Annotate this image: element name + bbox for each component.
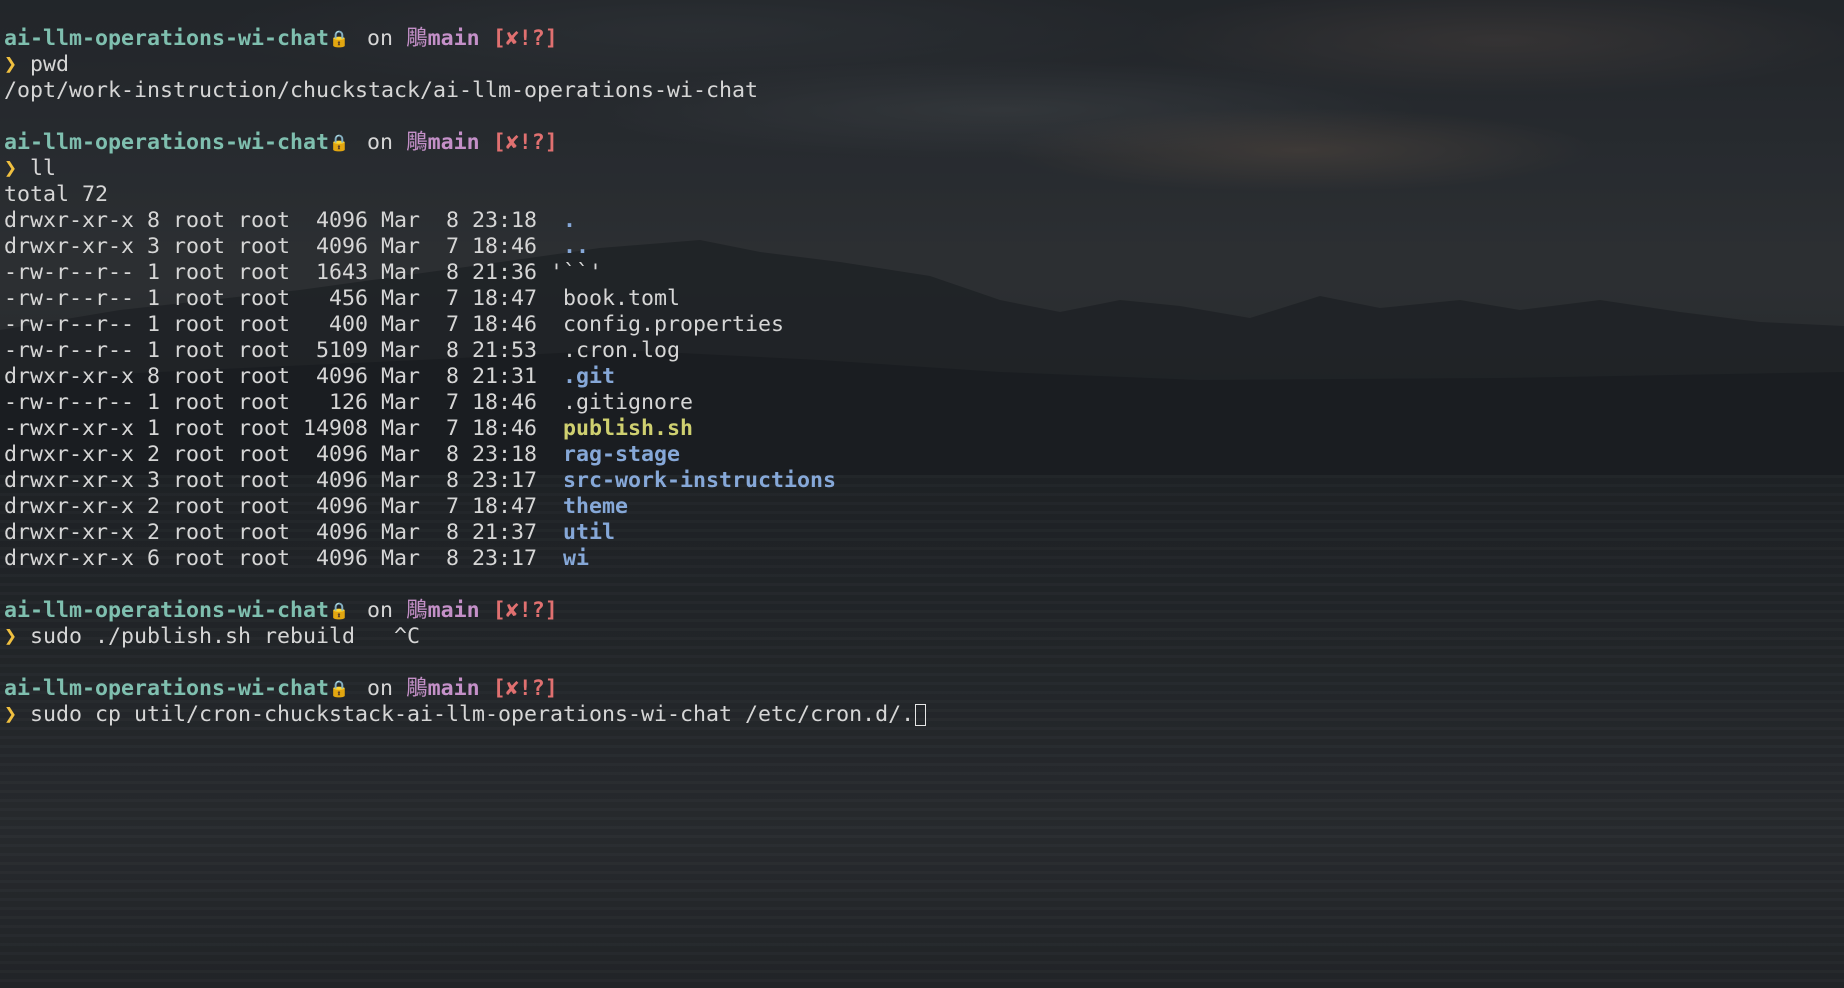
- git-branch-icon: 鵰: [406, 598, 428, 623]
- prompt-chevron-icon: ❯: [4, 624, 18, 649]
- listing-row-name: '``': [550, 260, 603, 285]
- listing-row: -rw-r--r-- 1 root root 5109 Mar 8 21:53 …: [4, 338, 1840, 364]
- prompt-directory: ai-llm-operations-wi-chat: [4, 676, 330, 701]
- prompt-on-word: on: [367, 598, 394, 623]
- listing-row-name: config.properties: [563, 312, 785, 337]
- listing-row-name: .git: [563, 364, 616, 389]
- listing-row: drwxr-xr-x 6 root root 4096 Mar 8 23:17 …: [4, 546, 1840, 572]
- listing-row-meta: -rwxr-xr-x 1 root root 14908 Mar 7 18:46: [4, 416, 564, 441]
- listing-row-meta: -rw-r--r-- 1 root root 400 Mar 7 18:46: [4, 312, 564, 337]
- listing-row: -rw-r--r-- 1 root root 456 Mar 7 18:47 b…: [4, 286, 1840, 312]
- command-line: ❯ pwd: [4, 52, 1840, 78]
- listing-row: -rw-r--r-- 1 root root 126 Mar 7 18:46 .…: [4, 390, 1840, 416]
- command-output: /opt/work-instruction/chuckstack/ai-llm-…: [4, 78, 759, 103]
- lock-icon: 🔒: [329, 133, 349, 152]
- prompt-line: ai-llm-operations-wi-chat🔒 on 鵰main [✘!?…: [4, 130, 1840, 156]
- listing-row-meta: -rw-r--r-- 1 root root 456 Mar 7 18:47: [4, 286, 564, 311]
- active-command-line[interactable]: ❯ sudo cp util/cron-chuckstack-ai-llm-op…: [4, 702, 1840, 728]
- listing-row: drwxr-xr-x 3 root root 4096 Mar 8 23:17 …: [4, 468, 1840, 494]
- listing-row-name: wi: [563, 546, 590, 571]
- listing-row: drwxr-xr-x 8 root root 4096 Mar 8 23:18 …: [4, 208, 1840, 234]
- directory-listing: drwxr-xr-x 8 root root 4096 Mar 8 23:18 …: [4, 208, 1840, 572]
- listing-row-meta: drwxr-xr-x 2 root root 4096 Mar 8 21:37: [4, 520, 564, 545]
- listing-total: total 72: [4, 182, 109, 207]
- prompt-line: ai-llm-operations-wi-chat🔒 on 鵰main [✘!?…: [4, 26, 1840, 52]
- command-text: pwd: [30, 52, 70, 77]
- prompt-branch: main: [427, 598, 480, 623]
- listing-row: drwxr-xr-x 2 root root 4096 Mar 8 23:18 …: [4, 442, 1840, 468]
- lock-icon: 🔒: [329, 29, 349, 48]
- prompt-git-status: [✘!?]: [492, 676, 558, 701]
- prompt-directory: ai-llm-operations-wi-chat: [4, 130, 330, 155]
- command-line: ❯ ll: [4, 156, 1840, 182]
- listing-row-meta: drwxr-xr-x 3 root root 4096 Mar 8 23:17: [4, 468, 564, 493]
- listing-row-name: .cron.log: [563, 338, 681, 363]
- prompt-chevron-icon: ❯: [4, 702, 18, 727]
- listing-row: drwxr-xr-x 8 root root 4096 Mar 8 21:31 …: [4, 364, 1840, 390]
- command-text: ll: [30, 156, 57, 181]
- listing-row-name: publish.sh: [563, 416, 694, 441]
- listing-row-name: .: [563, 208, 577, 233]
- listing-row: -rw-r--r-- 1 root root 400 Mar 7 18:46 c…: [4, 312, 1840, 338]
- listing-row: -rwxr-xr-x 1 root root 14908 Mar 7 18:46…: [4, 416, 1840, 442]
- listing-row-meta: -rw-r--r-- 1 root root 5109 Mar 8 21:53: [4, 338, 564, 363]
- command-line: ❯ sudo ./publish.sh rebuild ^C: [4, 624, 1840, 650]
- listing-row-meta: drwxr-xr-x 8 root root 4096 Mar 8 23:18: [4, 208, 564, 233]
- git-branch-icon: 鵰: [406, 26, 428, 51]
- listing-row-name: rag-stage: [563, 442, 681, 467]
- listing-row: drwxr-xr-x 2 root root 4096 Mar 8 21:37 …: [4, 520, 1840, 546]
- listing-row: -rw-r--r-- 1 root root 1643 Mar 8 21:36 …: [4, 260, 1840, 286]
- listing-row-meta: -rw-r--r-- 1 root root 1643 Mar 8 21:36: [4, 260, 551, 285]
- listing-row: drwxr-xr-x 3 root root 4096 Mar 7 18:46 …: [4, 234, 1840, 260]
- prompt-git-status: [✘!?]: [492, 130, 558, 155]
- prompt-chevron-icon: ❯: [4, 52, 18, 77]
- listing-row-meta: drwxr-xr-x 2 root root 4096 Mar 8 23:18: [4, 442, 564, 467]
- listing-row-name: theme: [563, 494, 629, 519]
- prompt-on-word: on: [367, 130, 394, 155]
- listing-row-meta: drwxr-xr-x 3 root root 4096 Mar 7 18:46: [4, 234, 564, 259]
- prompt-git-status: [✘!?]: [492, 26, 558, 51]
- listing-row-name: book.toml: [563, 286, 681, 311]
- prompt-branch: main: [427, 26, 480, 51]
- listing-row-name: ..: [563, 234, 590, 259]
- prompt-directory: ai-llm-operations-wi-chat: [4, 26, 330, 51]
- listing-row: drwxr-xr-x 2 root root 4096 Mar 7 18:47 …: [4, 494, 1840, 520]
- listing-row-name: util: [563, 520, 616, 545]
- listing-row-name: src-work-instructions: [563, 468, 837, 493]
- terminal-window[interactable]: ai-llm-operations-wi-chat🔒 on 鵰main [✘!?…: [4, 26, 1840, 976]
- lock-icon: 🔒: [329, 601, 349, 620]
- prompt-directory: ai-llm-operations-wi-chat: [4, 598, 330, 623]
- listing-row-meta: drwxr-xr-x 6 root root 4096 Mar 8 23:17: [4, 546, 564, 571]
- prompt-on-word: on: [367, 676, 394, 701]
- prompt-line: ai-llm-operations-wi-chat🔒 on 鵰main [✘!?…: [4, 598, 1840, 624]
- listing-row-name: .gitignore: [563, 390, 694, 415]
- prompt-git-status: [✘!?]: [492, 598, 558, 623]
- prompt-branch: main: [427, 676, 480, 701]
- command-input[interactable]: sudo cp util/cron-chuckstack-ai-llm-oper…: [30, 702, 914, 727]
- git-branch-icon: 鵰: [406, 676, 428, 701]
- listing-row-meta: drwxr-xr-x 2 root root 4096 Mar 7 18:47: [4, 494, 564, 519]
- git-branch-icon: 鵰: [406, 130, 428, 155]
- prompt-branch: main: [427, 130, 480, 155]
- text-cursor: [915, 704, 927, 726]
- prompt-line: ai-llm-operations-wi-chat🔒 on 鵰main [✘!?…: [4, 676, 1840, 702]
- prompt-on-word: on: [367, 26, 394, 51]
- listing-row-meta: -rw-r--r-- 1 root root 126 Mar 7 18:46: [4, 390, 564, 415]
- listing-row-meta: drwxr-xr-x 8 root root 4096 Mar 8 21:31: [4, 364, 564, 389]
- prompt-chevron-icon: ❯: [4, 156, 18, 181]
- lock-icon: 🔒: [329, 679, 349, 698]
- command-text: sudo ./publish.sh rebuild ^C: [30, 624, 421, 649]
